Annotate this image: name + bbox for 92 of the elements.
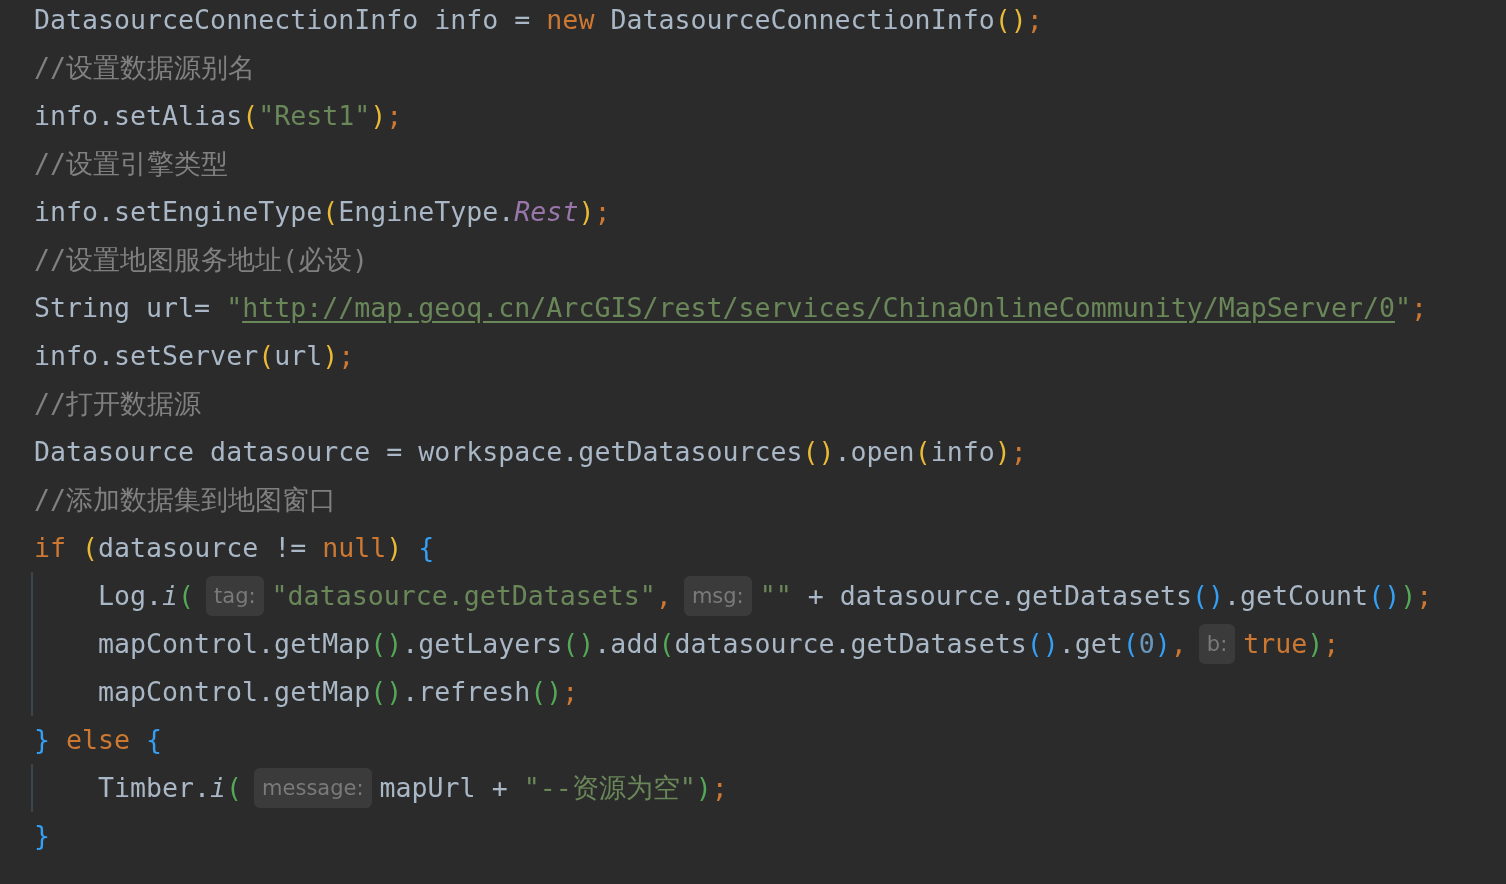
code-text: info.setAlias bbox=[34, 99, 243, 133]
code-text: datasource != bbox=[98, 531, 308, 565]
code-comment: //添加数据集到地图窗口 bbox=[34, 483, 337, 517]
code-text: .open bbox=[834, 435, 915, 469]
code-text: .getCount bbox=[1224, 579, 1369, 613]
code-text: datasource.getDatasets bbox=[674, 627, 1027, 661]
bracket: () bbox=[994, 3, 1027, 37]
bracket: ) bbox=[1154, 627, 1171, 661]
bracket: } bbox=[34, 819, 50, 853]
code-text: EngineType. bbox=[338, 195, 515, 229]
punctuation: ; bbox=[1416, 579, 1433, 613]
bracket: ( bbox=[914, 435, 931, 469]
code-text: .add bbox=[594, 627, 659, 661]
parameter-hint: message: bbox=[254, 768, 372, 808]
parameter-hint: tag: bbox=[206, 576, 264, 616]
code-text: DatasourceConnectionInfo info = bbox=[34, 3, 532, 37]
code-comment: //设置引擎类型 bbox=[34, 147, 229, 181]
string-literal: "datasource.getDatasets" bbox=[271, 579, 656, 613]
string-literal: "" bbox=[759, 579, 792, 613]
bracket: () bbox=[802, 435, 835, 469]
bracket: ( bbox=[658, 627, 675, 661]
bracket: () bbox=[562, 627, 595, 661]
bracket: ) bbox=[322, 339, 339, 373]
keyword: else bbox=[66, 723, 132, 757]
punctuation: , bbox=[1170, 627, 1187, 661]
code-text: .getLayers bbox=[402, 627, 563, 661]
bracket: ( bbox=[322, 195, 339, 229]
code-text: Log. bbox=[98, 579, 163, 613]
punctuation: ; bbox=[338, 339, 355, 373]
code-text: info.setServer bbox=[34, 339, 259, 373]
bracket: ( bbox=[226, 771, 243, 805]
bracket: ) bbox=[578, 195, 595, 229]
bracket: ) bbox=[695, 771, 712, 805]
punctuation: ; bbox=[562, 675, 579, 709]
code-comment: //打开数据源 bbox=[34, 387, 202, 421]
bracket: () bbox=[370, 675, 403, 709]
number-literal: 0 bbox=[1138, 627, 1155, 661]
code-text: Datasource datasource = workspace.getDatasources bbox=[34, 435, 803, 469]
parameter-hint: msg: bbox=[683, 576, 752, 616]
enum-constant: Rest bbox=[514, 195, 579, 229]
punctuation: ; bbox=[1010, 435, 1027, 469]
bracket: () bbox=[530, 675, 563, 709]
punctuation: ; bbox=[1026, 3, 1043, 37]
code-text: Timber. bbox=[98, 771, 211, 805]
bracket: () bbox=[370, 627, 403, 661]
string-literal: " bbox=[1394, 291, 1411, 325]
bracket: ( bbox=[178, 579, 195, 613]
bracket: () bbox=[1192, 579, 1225, 613]
code-text: mapControl.getMap bbox=[98, 675, 371, 709]
bracket: () bbox=[1368, 579, 1401, 613]
bracket: ( bbox=[258, 339, 275, 373]
keyword: if bbox=[34, 531, 68, 565]
code-text: info bbox=[930, 435, 995, 469]
keyword: true bbox=[1243, 627, 1308, 661]
bracket: ) bbox=[1307, 627, 1324, 661]
bracket: () bbox=[1026, 627, 1059, 661]
punctuation: ; bbox=[1410, 291, 1427, 325]
method-name: i bbox=[162, 579, 179, 613]
bracket: ( bbox=[82, 531, 99, 565]
punctuation: ; bbox=[711, 771, 728, 805]
bracket: ) bbox=[994, 435, 1011, 469]
punctuation: , bbox=[655, 579, 672, 613]
code-text: .refresh bbox=[402, 675, 531, 709]
code-text: + datasource.getDatasets bbox=[806, 579, 1192, 613]
punctuation: ; bbox=[1323, 627, 1340, 661]
bracket: { bbox=[417, 531, 435, 565]
string-literal: "--资源为空" bbox=[523, 771, 696, 805]
string-literal: "Rest1" bbox=[258, 99, 371, 133]
keyword: new bbox=[546, 3, 595, 37]
bracket: ) bbox=[370, 99, 387, 133]
code-text: url bbox=[274, 339, 323, 373]
code-text: mapControl.getMap bbox=[98, 627, 371, 661]
punctuation: ; bbox=[594, 195, 611, 229]
parameter-hint: b: bbox=[1198, 624, 1236, 664]
method-name: i bbox=[210, 771, 227, 805]
keyword: null bbox=[322, 531, 387, 565]
string-literal: " bbox=[226, 291, 243, 325]
punctuation: ; bbox=[386, 99, 403, 133]
bracket: { bbox=[146, 723, 163, 757]
code-text: .get bbox=[1058, 627, 1123, 661]
code-text: info.setEngineType bbox=[34, 195, 323, 229]
code-text: mapUrl + bbox=[379, 771, 509, 805]
code-text: DatasourceConnectionInfo bbox=[609, 3, 995, 37]
code-comment: //设置数据源别名 bbox=[34, 51, 256, 85]
bracket: ( bbox=[242, 99, 259, 133]
bracket: ) bbox=[1400, 579, 1417, 613]
bracket: ) bbox=[386, 531, 403, 565]
code-comment: //设置地图服务地址(必设) bbox=[34, 243, 369, 277]
bracket: } bbox=[34, 723, 51, 757]
bracket: ( bbox=[1122, 627, 1139, 661]
url-link[interactable]: http://map.geoq.cn/ArcGIS/rest/services/ChinaOnlineCommunity/MapServer/0 bbox=[242, 284, 1395, 332]
code-text: String url= bbox=[34, 291, 212, 325]
